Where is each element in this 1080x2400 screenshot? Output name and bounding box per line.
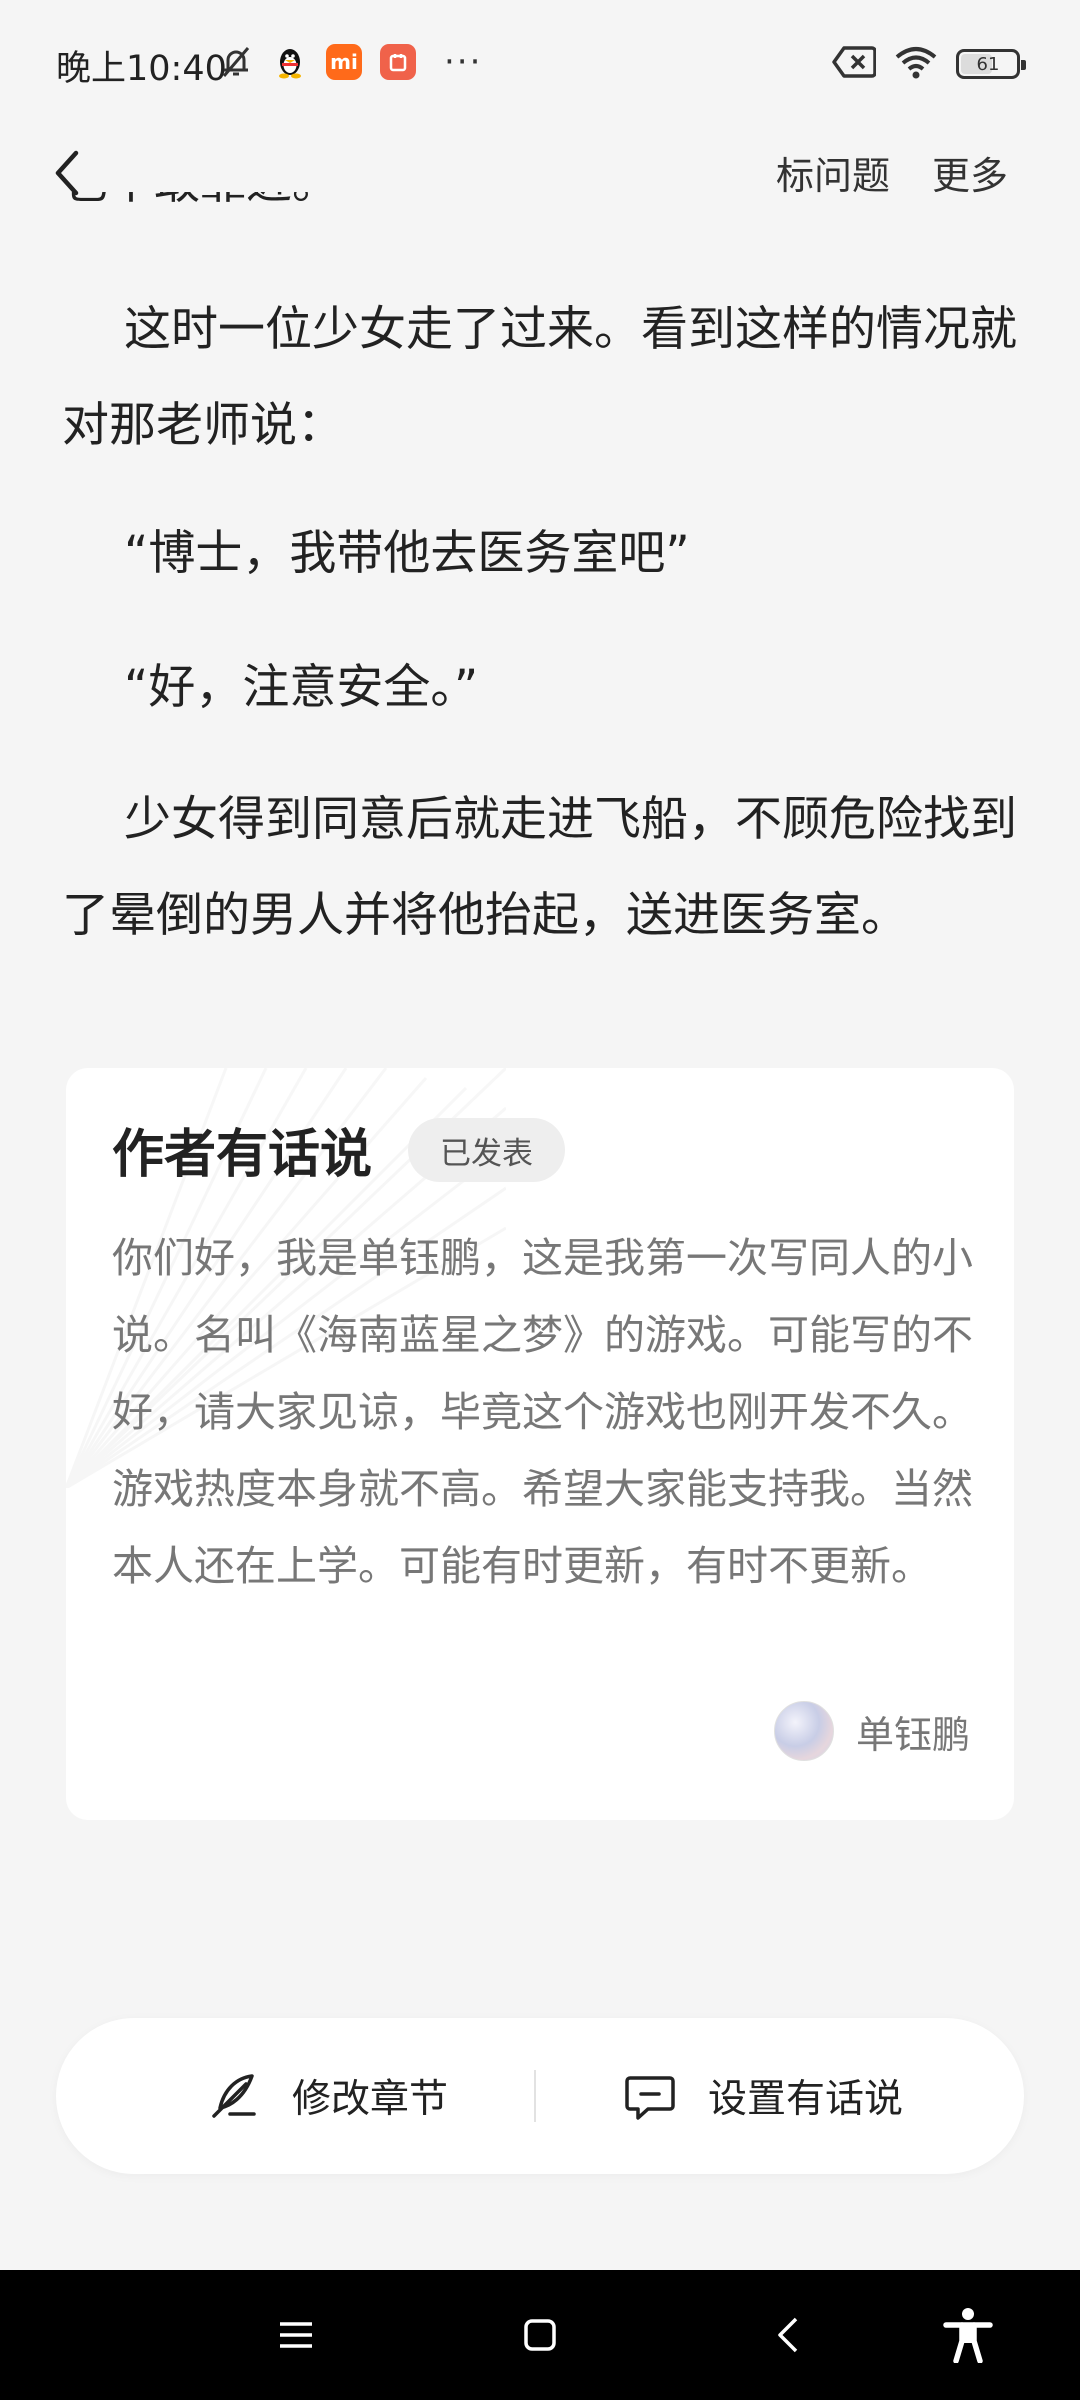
edit-chapter-label: 修改章节 — [292, 2077, 449, 2122]
edit-chapter-button[interactable]: 修改章节 — [206, 2018, 448, 2174]
divider — [534, 2070, 536, 2122]
mute-bell-icon — [218, 44, 254, 80]
status-badge: 已发表 — [408, 1118, 565, 1182]
author-note-body: 你们好，我是单钰鹏，这是我第一次写同人的小说。名叫《海南蓝星之梦》的游戏。可能写… — [112, 1234, 973, 1590]
app-notice-icon — [380, 44, 416, 80]
qq-penguin-icon — [272, 44, 308, 80]
battery-icon: 61 — [956, 49, 1026, 79]
recent-apps-button[interactable] — [246, 2270, 346, 2400]
battery-level-text: 61 — [976, 53, 1000, 75]
system-navigation-bar — [0, 2270, 1080, 2400]
message-icon — [625, 2076, 675, 2120]
back-icon — [778, 2317, 798, 2353]
mi-app-icon: mi — [326, 44, 362, 80]
accessibility-icon — [943, 2308, 993, 2363]
author-note-title: 作者有话说 — [112, 1124, 373, 1185]
menu-icon — [280, 2322, 312, 2348]
set-author-note-button[interactable]: 设置有话说 — [622, 2018, 903, 2174]
more-button[interactable]: 更多 — [932, 145, 1008, 200]
home-icon — [524, 2319, 556, 2351]
author-info: 单钰鹏 — [773, 1701, 970, 1761]
bottom-action-bar: 修改章节 设置有话说 — [56, 2018, 1024, 2174]
set-author-note-label: 设置有话说 — [708, 2077, 904, 2122]
wifi-icon — [894, 44, 938, 84]
author-note-card[interactable]: 作者有话说 已发表 你们好，我是单钰鹏，这是我第一次写同人的小说。名叫《海南蓝星… — [66, 1068, 1014, 1820]
home-button[interactable] — [490, 2270, 590, 2400]
chapter-paragraph: “博士，我带他去医务室吧” — [124, 526, 690, 581]
status-time: 晚上10:40 — [56, 49, 227, 89]
chevron-left-icon — [55, 150, 79, 196]
accessibility-button[interactable] — [918, 2270, 1018, 2400]
mark-issue-button[interactable]: 标问题 — [776, 145, 890, 200]
status-bar: 晚上10:40 mi ··· 61 — [0, 0, 1080, 125]
sim-off-icon — [832, 46, 877, 82]
author-name: 单钰鹏 — [855, 1712, 970, 1757]
more-notifications-indicator: ··· — [444, 42, 483, 82]
chapter-paragraph: 少女得到同意后就走进飞船，不顾危险找到了晕倒的男人并将他抬起，送进医务室。 — [62, 792, 1017, 943]
chapter-paragraph: “好，注意安全。” — [124, 660, 479, 715]
quill-pen-icon — [212, 2074, 256, 2118]
chapter-paragraph: 这时一位少女走了过来。看到这样的情况就对那老师说： — [62, 302, 1017, 453]
system-back-button[interactable] — [738, 2270, 838, 2400]
avatar — [773, 1701, 834, 1761]
partial-text-line: 也不敢靠近。 — [62, 192, 462, 232]
